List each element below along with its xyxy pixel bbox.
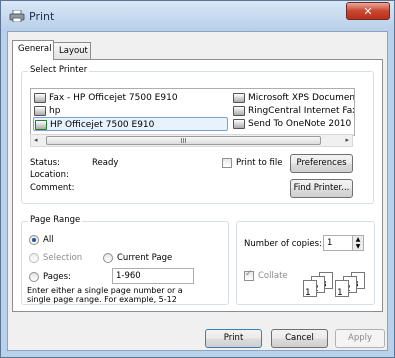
printer-icon bbox=[34, 105, 46, 116]
selection-label: Selection bbox=[43, 253, 83, 263]
dialog-body: General Layout Select Printer Fax - HP O… bbox=[7, 31, 388, 351]
printer-item-hp-officejet[interactable]: HP Officejet 7500 E910 bbox=[33, 117, 228, 131]
printer-item-ringcentral[interactable]: RingCentral Internet Fax bbox=[233, 104, 355, 118]
tab-general[interactable]: General bbox=[12, 40, 54, 60]
number-of-copies-label: Number of copies: bbox=[244, 239, 322, 249]
general-panel: Select Printer Fax - HP Officejet 7500 E… bbox=[12, 59, 383, 312]
pages-label: Pages: bbox=[43, 272, 71, 282]
status-label: Status: bbox=[30, 158, 60, 168]
printer-icon bbox=[34, 92, 46, 103]
printer-list-scrollbar[interactable]: ◂ III ▸ bbox=[30, 134, 353, 147]
print-button[interactable]: Print bbox=[205, 329, 262, 348]
copies-group: Number of copies: 1 ▲▼ ✓ Collate 3 2 1 3… bbox=[236, 221, 375, 305]
tab-layout-label: Layout bbox=[59, 46, 88, 56]
pages-radio[interactable] bbox=[29, 272, 39, 282]
window-title: Print bbox=[29, 10, 55, 23]
scroll-thumb[interactable]: III bbox=[46, 136, 321, 145]
checkmark-icon: ✓ bbox=[245, 269, 253, 279]
print-to-file-label: Print to file bbox=[236, 158, 283, 168]
comment-label: Comment: bbox=[30, 183, 75, 193]
tab-layout[interactable]: Layout bbox=[53, 42, 91, 60]
spin-down-icon[interactable]: ▼ bbox=[356, 243, 361, 250]
collate-pages-icon: 3 2 1 3 2 1 bbox=[303, 272, 373, 302]
scroll-right-icon[interactable]: ▸ bbox=[345, 136, 349, 144]
status-value: Ready bbox=[92, 158, 119, 168]
printer-item-fax[interactable]: Fax - HP Officejet 7500 E910 bbox=[34, 91, 178, 105]
printer-name: RingCentral Internet Fax bbox=[248, 106, 355, 116]
default-printer-icon bbox=[35, 119, 47, 130]
title-bar[interactable]: Print ✕ bbox=[1, 1, 394, 31]
selection-radio[interactable] bbox=[29, 253, 39, 263]
page-range-label: Page Range bbox=[28, 215, 83, 225]
printer-name: HP Officejet 7500 E910 bbox=[50, 120, 155, 130]
printer-icon bbox=[9, 10, 25, 22]
printer-item-onenote[interactable]: Send To OneNote 2010 bbox=[233, 117, 351, 131]
cancel-button[interactable]: Cancel bbox=[271, 329, 328, 348]
find-printer-button[interactable]: Find Printer... bbox=[290, 179, 353, 198]
select-printer-group: Select Printer Fax - HP Officejet 7500 E… bbox=[21, 65, 374, 204]
printer-icon bbox=[233, 92, 245, 103]
spin-up-icon[interactable]: ▲ bbox=[356, 236, 361, 243]
scroll-grip: III bbox=[180, 137, 187, 145]
all-label: All bbox=[43, 235, 54, 245]
pages-input[interactable]: 1-960 bbox=[112, 268, 194, 284]
copies-input[interactable]: 1 bbox=[323, 235, 353, 251]
print-to-file-checkbox[interactable] bbox=[222, 158, 232, 168]
printer-item-xps[interactable]: Microsoft XPS Document Writer bbox=[233, 91, 355, 105]
current-page-label: Current Page bbox=[117, 253, 173, 263]
page-range-group: Page Range All Selection Current Page Pa… bbox=[21, 215, 229, 305]
print-dialog: Print ✕ General Layout Select Printer Fa… bbox=[0, 0, 395, 358]
printer-name: Send To OneNote 2010 bbox=[248, 119, 352, 129]
preferences-button[interactable]: Preferences bbox=[290, 154, 353, 173]
apply-button[interactable]: Apply bbox=[335, 329, 385, 348]
printer-list[interactable]: Fax - HP Officejet 7500 E910 hp HP Offic… bbox=[30, 88, 355, 136]
collate-label: Collate bbox=[258, 271, 288, 281]
close-button[interactable]: ✕ bbox=[346, 2, 390, 20]
all-radio[interactable] bbox=[29, 235, 39, 245]
printer-icon bbox=[233, 105, 245, 116]
scroll-left-icon[interactable]: ◂ bbox=[34, 136, 38, 144]
printer-icon bbox=[233, 118, 245, 129]
printer-name: Microsoft XPS Document Writer bbox=[248, 93, 355, 103]
page-range-hint: Enter either a single page number or a s… bbox=[27, 286, 183, 304]
select-printer-label: Select Printer bbox=[28, 65, 90, 75]
printer-name: hp bbox=[49, 106, 61, 116]
current-page-radio[interactable] bbox=[103, 253, 113, 263]
location-label: Location: bbox=[30, 170, 69, 180]
copies-spinner[interactable]: ▲ ▼ bbox=[352, 235, 364, 251]
printer-name: Fax - HP Officejet 7500 E910 bbox=[49, 93, 178, 103]
collate-checkbox[interactable]: ✓ bbox=[244, 269, 254, 281]
printer-item-hp[interactable]: hp bbox=[34, 104, 60, 118]
tab-general-label: General bbox=[18, 44, 52, 54]
